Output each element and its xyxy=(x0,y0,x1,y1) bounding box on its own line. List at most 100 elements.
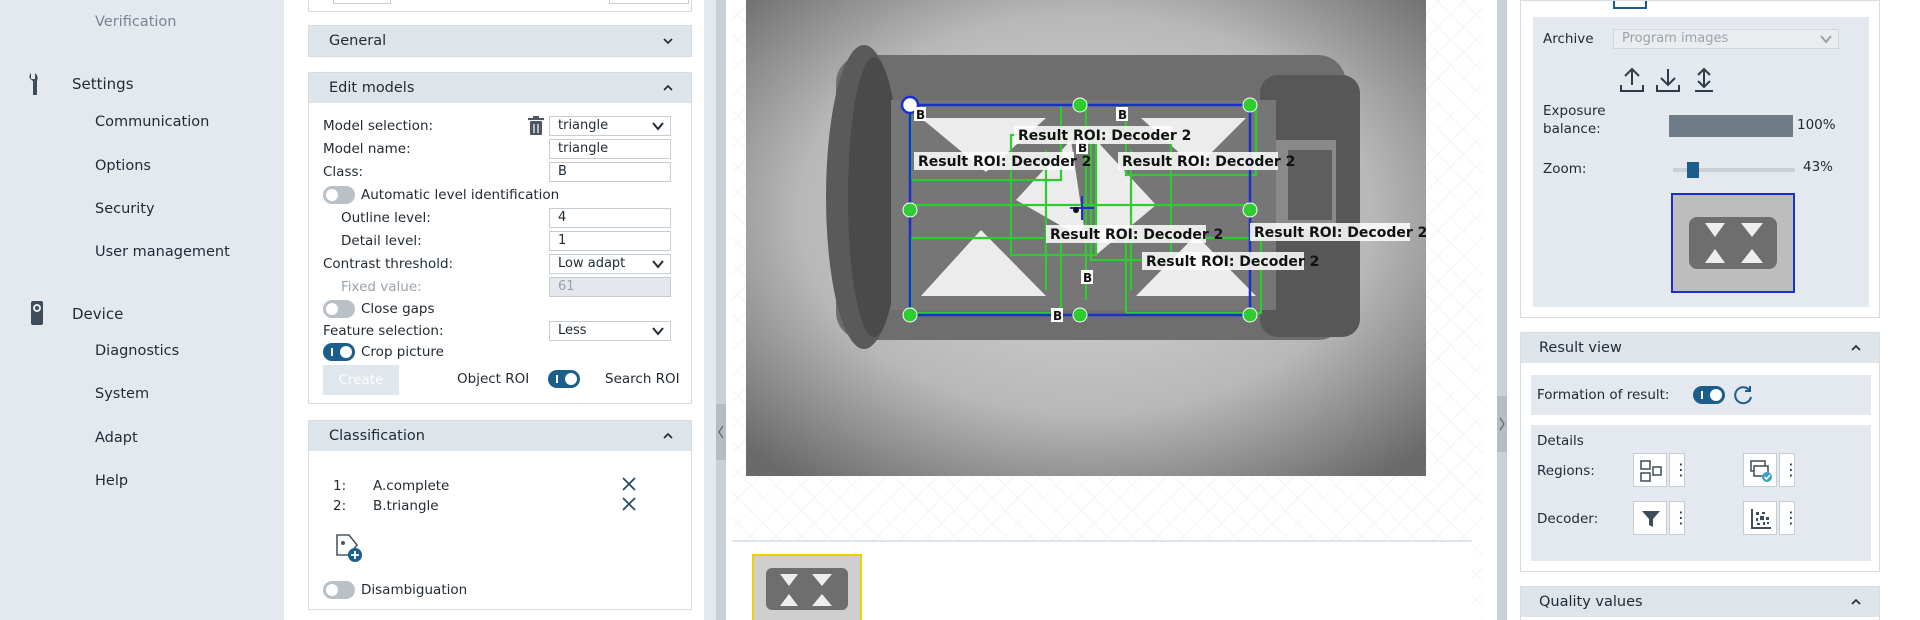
close-gaps-toggle[interactable] xyxy=(323,300,355,318)
decoder-code-button[interactable] xyxy=(1743,501,1777,535)
fixed-value-input: 61 xyxy=(549,277,671,297)
auto-level-toggle[interactable] xyxy=(323,186,355,204)
disambiguation-toggle[interactable] xyxy=(323,581,355,599)
classification-header[interactable]: Classification xyxy=(309,421,691,451)
create-button[interactable]: Create xyxy=(323,365,399,395)
nav-item-help[interactable]: Help xyxy=(95,473,128,489)
add-class-icon[interactable] xyxy=(331,531,365,563)
result-roi-label: Result ROI: Decoder 2 xyxy=(1122,154,1295,170)
image-thumbnail[interactable] xyxy=(752,554,862,620)
auto-level-label: Automatic level identification xyxy=(361,187,560,203)
regions-icon xyxy=(1640,460,1662,482)
layers-check-icon xyxy=(1750,460,1772,482)
class-mark: B xyxy=(916,108,925,122)
formation-box: Formation of result: xyxy=(1531,375,1871,415)
class-mark: B xyxy=(1083,271,1092,285)
refresh-icon[interactable] xyxy=(1731,383,1755,407)
nav-item-security[interactable]: Security xyxy=(95,201,155,217)
nav-item-diagnostics[interactable]: Diagnostics xyxy=(95,343,179,359)
details-label: Details xyxy=(1537,433,1584,449)
collapse-right-icon[interactable] xyxy=(1497,396,1507,452)
crop-picture-label: Crop picture xyxy=(361,344,444,360)
toolbar-button-active[interactable] xyxy=(1613,1,1647,9)
nav-item-verification[interactable]: Verification xyxy=(95,14,176,30)
class-item-label: B.triangle xyxy=(373,498,439,514)
decoder-code-menu-button[interactable] xyxy=(1779,501,1799,535)
chevron-down-icon xyxy=(663,38,673,45)
quality-values-title: Quality values xyxy=(1539,594,1643,610)
zoom-slider[interactable] xyxy=(1673,162,1795,178)
edit-models-header[interactable]: Edit models xyxy=(309,73,691,103)
class-item-number: 1: xyxy=(333,478,347,494)
result-roi-label: Result ROI: Decoder 2 xyxy=(918,154,1091,170)
splitter-left[interactable] xyxy=(716,0,726,620)
navigator-preview[interactable] xyxy=(1671,193,1795,293)
nav-item-adapt[interactable]: Adapt xyxy=(95,430,138,446)
upload-icon[interactable] xyxy=(1617,65,1647,95)
image-settings-panel: Archive Program images Exposure balance:… xyxy=(1520,0,1880,318)
decoder-filter-button[interactable] xyxy=(1633,501,1667,535)
chevron-up-icon xyxy=(663,84,673,91)
feature-selection-dropdown[interactable]: Less xyxy=(549,321,671,341)
model-selection-dropdown[interactable]: triangle xyxy=(549,116,671,136)
trash-icon[interactable] xyxy=(527,116,545,136)
panel-gutter xyxy=(1482,0,1510,620)
regions-label: Regions: xyxy=(1537,463,1595,479)
image-viewer[interactable]: B B B B B Result ROI: Decoder 2 Result R… xyxy=(732,0,1482,620)
feature-selection-label: Feature selection: xyxy=(323,323,444,339)
regions-overlay-menu-button[interactable] xyxy=(1779,453,1799,487)
formation-label: Formation of result: xyxy=(1537,387,1670,403)
result-roi-label: Result ROI: Decoder 2 xyxy=(1050,227,1223,243)
regions-overlay-button[interactable] xyxy=(1743,453,1777,487)
class-item-number: 2: xyxy=(333,498,347,514)
nav-item-system[interactable]: System xyxy=(95,386,149,402)
edit-models-title: Edit models xyxy=(329,80,415,96)
model-selection-label: Model selection: xyxy=(323,118,434,134)
chevron-up-icon xyxy=(663,432,673,439)
close-gaps-label: Close gaps xyxy=(361,301,435,317)
classification-title: Classification xyxy=(329,428,425,444)
filter-icon xyxy=(1642,511,1660,527)
class-input[interactable]: B xyxy=(549,162,671,182)
close-icon[interactable] xyxy=(621,496,637,512)
object-roi-label: Object ROI xyxy=(457,371,530,387)
upload-download-icon[interactable] xyxy=(1689,65,1719,95)
formation-toggle[interactable] xyxy=(1693,386,1725,404)
chevron-down-icon xyxy=(652,327,664,336)
roi-toggle[interactable] xyxy=(548,370,580,388)
decoder-filter-menu-button[interactable] xyxy=(1669,501,1689,535)
nav-group-device[interactable]: Device xyxy=(72,305,123,323)
previous-panel-bottom xyxy=(308,0,692,12)
crop-picture-toggle[interactable] xyxy=(323,343,355,361)
regions-menu-button[interactable] xyxy=(1669,453,1689,487)
zoom-value: 43% xyxy=(1803,159,1834,175)
detail-level-label: Detail level: xyxy=(341,233,422,249)
contrast-threshold-dropdown[interactable]: Low adapt xyxy=(549,254,671,274)
camera-device-icon xyxy=(31,301,43,325)
nav-group-settings[interactable]: Settings xyxy=(72,75,134,93)
download-icon[interactable] xyxy=(1653,65,1683,95)
search-roi-label: Search ROI xyxy=(605,371,680,387)
camera-image[interactable]: B B B B B Result ROI: Decoder 2 Result R… xyxy=(746,0,1426,476)
result-view-header[interactable]: Result view xyxy=(1521,333,1879,363)
quality-values-header[interactable]: Quality values xyxy=(1521,587,1879,617)
regions-view-button[interactable] xyxy=(1633,453,1667,487)
chevron-down-icon xyxy=(652,259,664,269)
model-name-input[interactable]: triangle xyxy=(549,139,671,159)
nav-item-user-management[interactable]: User management xyxy=(95,244,230,260)
outline-level-input[interactable]: 4 xyxy=(549,208,671,228)
class-mark: B xyxy=(1053,309,1062,323)
image-settings-box: Archive Program images Exposure balance:… xyxy=(1533,17,1869,307)
general-header[interactable]: General xyxy=(309,26,691,56)
splitter-right[interactable] xyxy=(1497,0,1507,620)
nav-item-communication[interactable]: Communication xyxy=(95,114,209,130)
contrast-threshold-value: Low adapt xyxy=(558,256,626,271)
collapse-left-icon[interactable] xyxy=(716,404,726,460)
left-navigation: Verification Settings Communication Opti… xyxy=(0,0,284,620)
zoom-slider-handle[interactable] xyxy=(1687,162,1700,178)
close-icon[interactable] xyxy=(621,476,637,492)
exposure-slider[interactable] xyxy=(1669,115,1793,137)
detail-level-input[interactable]: 1 xyxy=(549,231,671,251)
nav-item-options[interactable]: Options xyxy=(95,158,151,174)
result-roi-label: Result ROI: Decoder 2 xyxy=(1146,254,1319,270)
